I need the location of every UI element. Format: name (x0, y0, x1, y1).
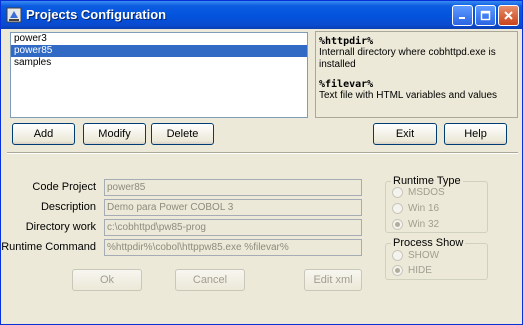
radio-hide-button[interactable] (392, 265, 403, 276)
ok-button-label: Ok (99, 274, 115, 286)
help-term-filevar: %filevar% (319, 79, 374, 90)
runtime-command-field[interactable]: %httpdir%\cobol\httppw85.exe %filevar% (104, 239, 362, 256)
minimize-button[interactable] (452, 5, 473, 26)
edit-xml-button-label: Edit xml (313, 274, 353, 286)
edit-xml-button[interactable]: Edit xml (304, 269, 362, 291)
modify-button-label: Modify (98, 128, 131, 140)
title-bar[interactable]: Projects Configuration (1, 1, 522, 29)
delete-button[interactable]: Delete (151, 123, 214, 145)
modify-button[interactable]: Modify (83, 123, 146, 145)
cancel-button[interactable]: Cancel (175, 269, 245, 291)
radio-win16-label: Win 16 (408, 203, 440, 214)
radio-hide[interactable]: HIDE (392, 265, 432, 276)
list-item-samples[interactable]: samples (11, 57, 307, 69)
runtime-command-label: Runtime Command (1, 241, 96, 253)
add-button[interactable]: Add (12, 123, 75, 145)
list-item-power3[interactable]: power3 (11, 33, 307, 45)
code-project-label: Code Project (32, 181, 96, 193)
exit-button-label: Exit (395, 128, 415, 140)
radio-win16-button[interactable] (392, 203, 403, 214)
radio-msdos-button[interactable] (392, 187, 403, 198)
close-button[interactable] (498, 5, 519, 26)
section-divider (7, 152, 518, 154)
radio-msdos[interactable]: MSDOS (392, 187, 445, 198)
app-icon (6, 7, 22, 23)
radio-win32-button[interactable] (392, 219, 403, 230)
ok-button[interactable]: Ok (72, 269, 142, 291)
radio-hide-label: HIDE (408, 265, 432, 276)
maximize-icon (480, 10, 491, 21)
code-project-field[interactable]: power85 (104, 179, 362, 196)
process-show-group: Process Show SHOW HIDE (385, 237, 488, 280)
radio-msdos-label: MSDOS (408, 187, 445, 198)
window-title: Projects Configuration (26, 7, 167, 22)
runtime-type-group: Runtime Type MSDOS Win 16 Win 32 (385, 175, 488, 233)
directory-work-field[interactable]: c:\cobhttpd\pw85-prog (104, 219, 362, 236)
radio-win32-label: Win 32 (408, 219, 440, 230)
radio-show-label: SHOW (408, 250, 440, 261)
help-term-httpdir: %httpdir% (319, 36, 374, 47)
projects-list[interactable]: power3 power85 samples (10, 32, 308, 118)
radio-show[interactable]: SHOW (392, 250, 439, 261)
radio-win16[interactable]: Win 16 (392, 203, 439, 214)
close-icon (504, 11, 513, 20)
description-label: Description (40, 201, 96, 213)
radio-win32[interactable]: Win 32 (392, 219, 439, 230)
minimize-icon (459, 17, 465, 19)
process-show-title: Process Show (391, 237, 466, 249)
help-description-httpdir: Internall directory where cobhttpd.exe i… (319, 47, 496, 70)
help-button[interactable]: Help (444, 123, 507, 145)
maximize-button[interactable] (475, 5, 496, 26)
directory-work-label: Directory work (25, 221, 96, 233)
list-item-power85[interactable]: power85 (11, 45, 307, 57)
help-description-filevar: Text file with HTML variables and values (319, 90, 498, 101)
cancel-button-label: Cancel (192, 274, 228, 286)
delete-button-label: Delete (166, 128, 199, 140)
radio-show-button[interactable] (392, 250, 403, 261)
projects-configuration-window: Projects Configuration power3 power85 sa… (0, 0, 523, 325)
variables-help-panel: %httpdir% Internall directory where cobh… (315, 31, 518, 118)
help-button-label: Help (464, 128, 487, 140)
exit-button[interactable]: Exit (373, 123, 437, 145)
add-button-label: Add (33, 128, 54, 140)
description-field[interactable]: Demo para Power COBOL 3 (104, 199, 362, 216)
runtime-type-title: Runtime Type (391, 175, 463, 187)
